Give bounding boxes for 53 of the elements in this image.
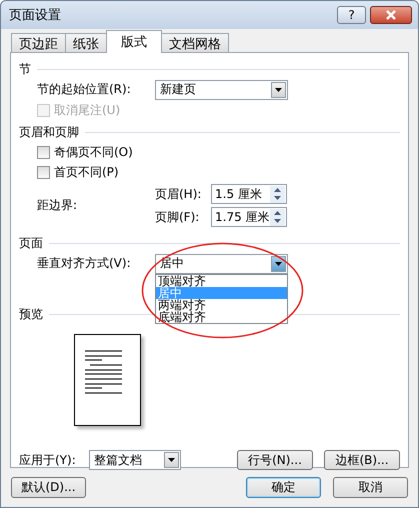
select-value: 居中	[160, 255, 184, 272]
select-value: 新建页	[160, 81, 196, 98]
window-title: 页面设置	[9, 7, 61, 24]
field-label: 页脚(F):	[155, 208, 200, 226]
caret-icon	[274, 86, 283, 92]
field-label: 垂直对齐方式(V):	[37, 255, 132, 272]
dropdown-button[interactable]	[164, 452, 179, 468]
tab[interactable]: 文档网格	[161, 33, 229, 53]
dropdown-button[interactable]	[271, 256, 286, 272]
dropdown-option[interactable]: 底端对齐	[156, 310, 287, 322]
caret-icon	[167, 457, 176, 463]
checkbox-label: 首页不同(P)	[54, 164, 119, 180]
spin-buttons[interactable]	[270, 208, 285, 226]
up-arrow-icon	[274, 188, 281, 192]
section-title: 页面	[19, 234, 43, 252]
checkbox[interactable]	[37, 166, 50, 178]
checkbox-label: 取消尾注(U)	[54, 102, 120, 118]
section-title: 节	[19, 60, 31, 78]
dialog-button[interactable]: 取消	[333, 477, 408, 498]
spinner-value: 1.5 厘米	[215, 186, 262, 202]
checkbox-label: 奇偶页不同(O)	[54, 144, 133, 160]
section-title: 页眉和页脚	[19, 124, 79, 140]
up-arrow-icon	[274, 210, 281, 215]
field-label: 应用于(Y):	[19, 452, 77, 468]
spinner-field[interactable]: 1.75 厘米	[211, 207, 287, 227]
select-value: 整篇文档	[94, 452, 142, 468]
close-icon	[384, 9, 398, 21]
down-arrow-icon	[274, 219, 281, 224]
dropdown-button[interactable]	[271, 82, 286, 98]
tab[interactable]: 页边距	[11, 33, 66, 53]
field-label: 页眉(H):	[155, 186, 202, 202]
dialog-button[interactable]: 默认(D)...	[11, 477, 86, 498]
apply-to-select[interactable]: 整篇文档	[89, 450, 181, 470]
spinner-value: 1.75 厘米	[215, 208, 270, 226]
checkbox[interactable]	[37, 146, 50, 158]
caret-icon	[274, 260, 283, 266]
tab[interactable]: 版式	[106, 30, 162, 53]
spinner-field[interactable]: 1.5 厘米	[211, 184, 287, 204]
dialog-button[interactable]: 边框(B)...	[324, 450, 400, 470]
dropdown-option[interactable]: 两端对齐	[156, 298, 287, 310]
dialog-button[interactable]: 行号(N)...	[237, 450, 313, 470]
down-arrow-icon	[274, 196, 281, 200]
spin-buttons[interactable]	[270, 186, 285, 202]
close-button[interactable]	[370, 6, 412, 24]
help-button[interactable]: ?	[337, 6, 366, 24]
dialog-button[interactable]: 确定	[246, 477, 321, 498]
field-label: 距边界:	[37, 197, 78, 214]
section-start-select[interactable]: 新建页	[155, 80, 288, 100]
section-title: 预览	[19, 306, 43, 322]
field-label: 节的起始位置(R):	[37, 81, 132, 98]
vertical-alignment-select[interactable]: 居中	[155, 254, 288, 274]
dropdown-option[interactable]: 顶端对齐	[156, 274, 287, 286]
tab[interactable]: 纸张	[65, 33, 107, 53]
